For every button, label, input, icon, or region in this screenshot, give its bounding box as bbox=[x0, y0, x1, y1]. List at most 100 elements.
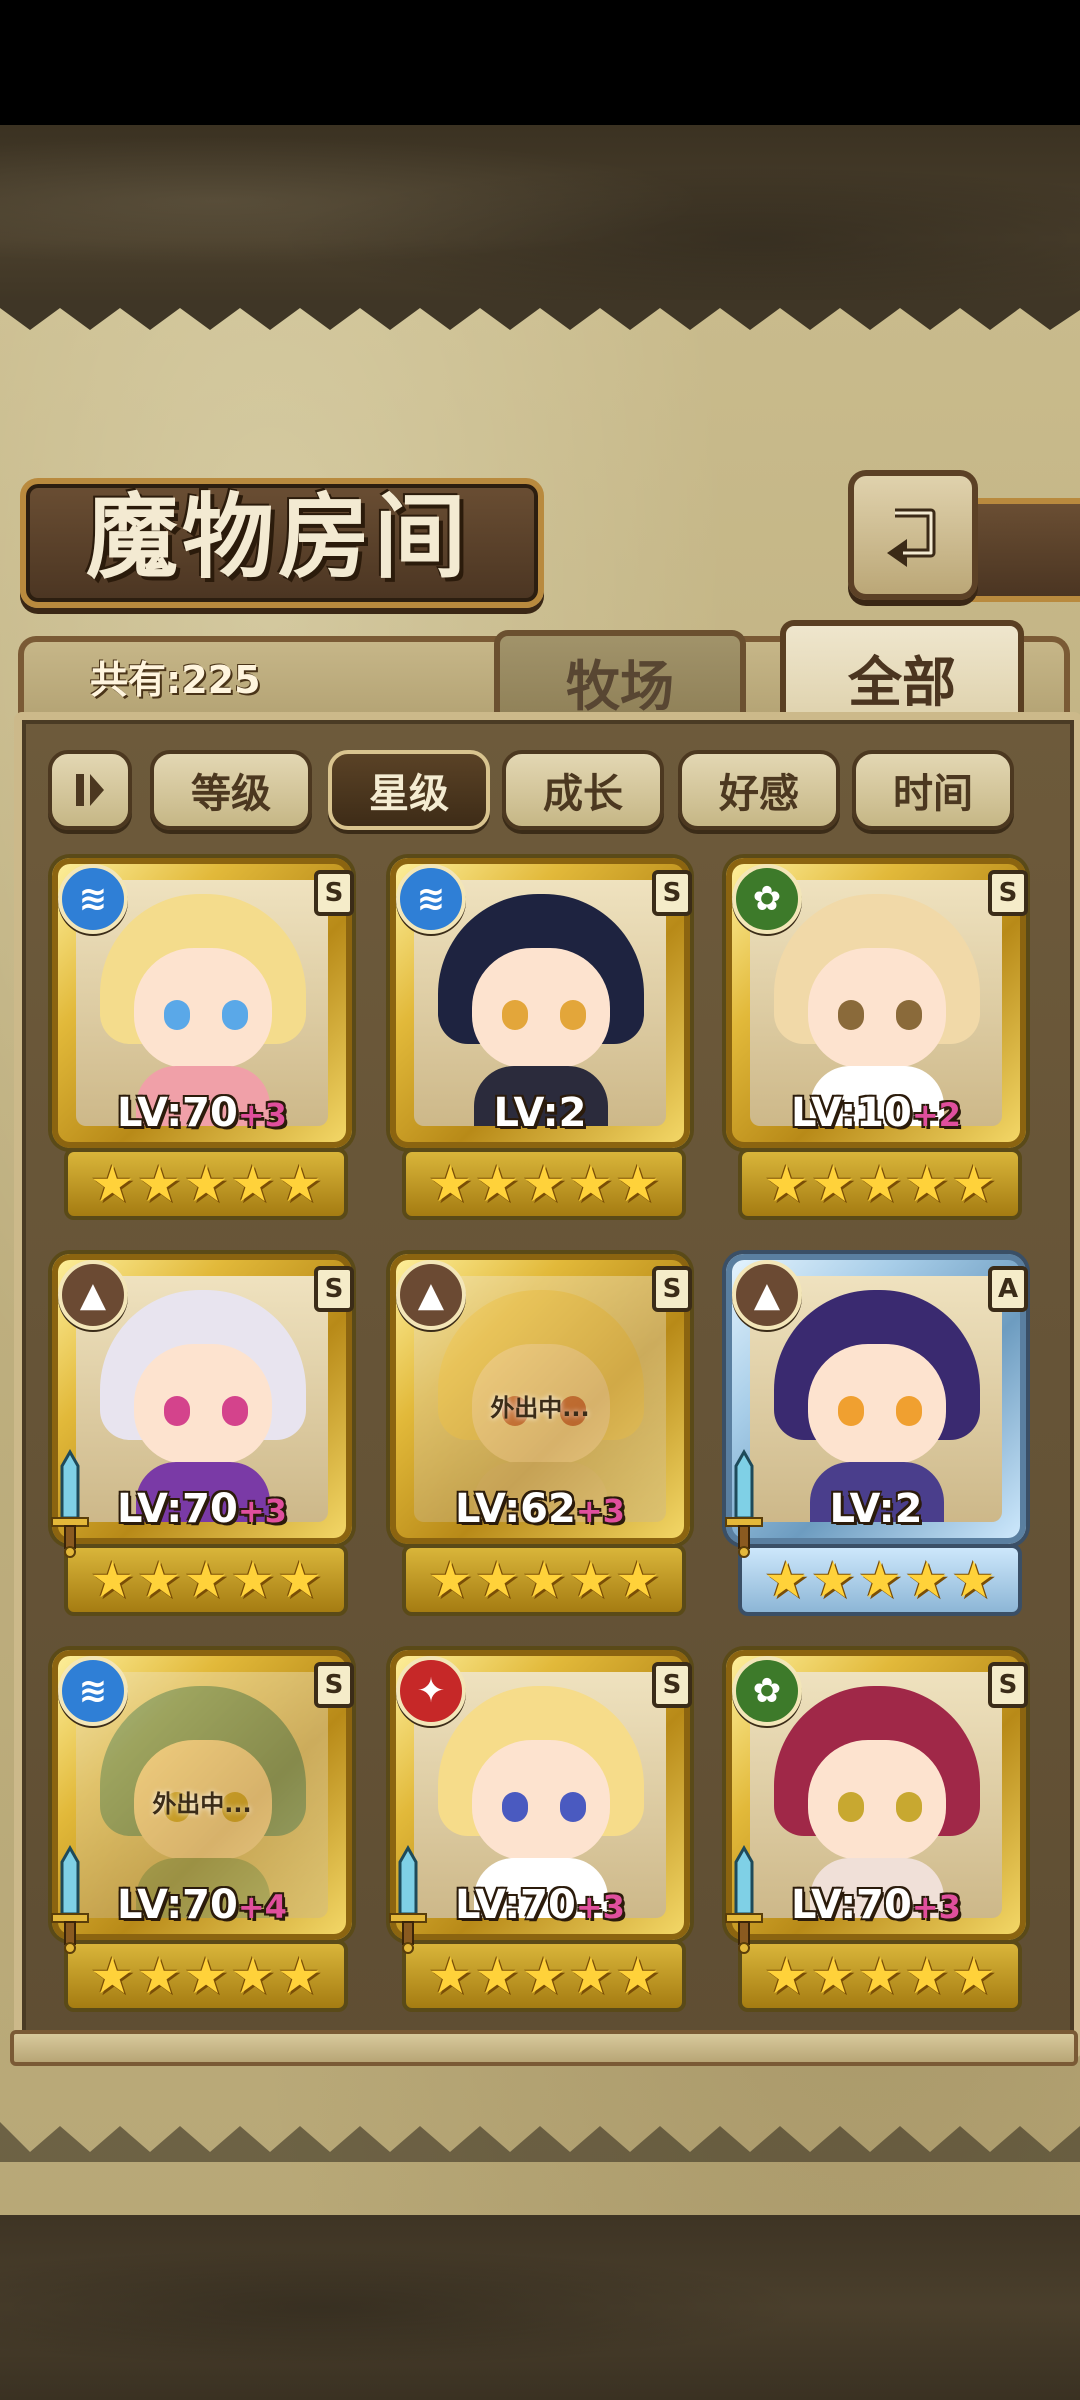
star-rating: ★ ★ ★ ★ ★ bbox=[64, 1148, 348, 1220]
star-icon: ★ bbox=[857, 1551, 903, 1609]
star-icon: ★ bbox=[230, 1947, 276, 2005]
star-rating: ★ ★ ★ ★ ★ bbox=[402, 1544, 686, 1616]
rank-badge: S bbox=[314, 1266, 354, 1312]
star-rating: ★ ★ ★ ★ ★ bbox=[64, 1544, 348, 1616]
element-wood-icon: ✿ bbox=[732, 1656, 802, 1726]
star-icon: ★ bbox=[810, 1947, 856, 2005]
sword-icon bbox=[725, 1844, 763, 1954]
sort-order-button[interactable] bbox=[48, 750, 132, 830]
star-icon: ★ bbox=[230, 1155, 276, 1213]
element-water-icon: ≋ bbox=[396, 864, 466, 934]
star-icon: ★ bbox=[136, 1551, 182, 1609]
filter-label: 好感 bbox=[719, 770, 799, 817]
monster-card[interactable]: ✦ S LV:70+3 ★ ★ ★ ★ ★ bbox=[384, 1644, 696, 2014]
monster-card[interactable]: ▲ A LV:2 ★ ★ ★ ★ ★ bbox=[720, 1248, 1032, 1618]
rank-badge: S bbox=[314, 870, 354, 916]
star-icon: ★ bbox=[277, 1551, 323, 1609]
monster-card[interactable]: ▲ S LV:62+3 ★ ★ ★ ★ ★ 外出中... bbox=[384, 1248, 696, 1618]
monster-card[interactable]: ≋ S LV:70+4 ★ ★ ★ ★ ★ 外出中... bbox=[46, 1644, 358, 2014]
monster-level: LV:10+2 bbox=[791, 1090, 961, 1136]
star-icon: ★ bbox=[427, 1947, 473, 2005]
star-icon: ★ bbox=[904, 1155, 950, 1213]
star-icon: ★ bbox=[183, 1551, 229, 1609]
element-water-icon: ≋ bbox=[58, 1656, 128, 1726]
rank-badge: A bbox=[988, 1266, 1028, 1312]
sword-icon bbox=[389, 1844, 427, 1954]
torn-edge-top bbox=[0, 300, 1080, 330]
monster-level: LV:70+3 bbox=[455, 1882, 625, 1928]
star-icon: ★ bbox=[89, 1551, 135, 1609]
star-rating: ★ ★ ★ ★ ★ bbox=[738, 1544, 1022, 1616]
star-icon: ★ bbox=[615, 1155, 661, 1213]
star-icon: ★ bbox=[763, 1947, 809, 2005]
star-icon: ★ bbox=[904, 1551, 950, 1609]
star-icon: ★ bbox=[521, 1551, 567, 1609]
filter-label: 等级 bbox=[191, 770, 271, 817]
sword-icon bbox=[51, 1448, 89, 1558]
map-background-top bbox=[0, 125, 1080, 315]
star-icon: ★ bbox=[183, 1155, 229, 1213]
star-icon: ★ bbox=[568, 1947, 614, 2005]
star-icon: ★ bbox=[904, 1947, 950, 2005]
map-background-bottom bbox=[0, 2215, 1080, 2400]
filter-button-1[interactable]: 星级 bbox=[328, 750, 490, 830]
star-icon: ★ bbox=[568, 1155, 614, 1213]
panel-bottom-rail bbox=[10, 2030, 1078, 2066]
rank-badge: S bbox=[652, 870, 692, 916]
monster-card[interactable]: ✿ S LV:10+2 ★ ★ ★ ★ ★ bbox=[720, 852, 1032, 1222]
tab-all-label: 全部 bbox=[848, 649, 956, 714]
monster-card[interactable]: ▲ S LV:70+3 ★ ★ ★ ★ ★ bbox=[46, 1248, 358, 1618]
star-icon: ★ bbox=[810, 1155, 856, 1213]
star-icon: ★ bbox=[89, 1155, 135, 1213]
rank-badge: S bbox=[652, 1266, 692, 1312]
star-icon: ★ bbox=[763, 1155, 809, 1213]
filter-button-2[interactable]: 成长 bbox=[502, 750, 664, 830]
star-icon: ★ bbox=[230, 1551, 276, 1609]
star-icon: ★ bbox=[615, 1947, 661, 2005]
star-icon: ★ bbox=[136, 1155, 182, 1213]
filter-label: 成长 bbox=[543, 770, 623, 817]
filter-button-0[interactable]: 等级 bbox=[150, 750, 312, 830]
return-arrow-icon bbox=[887, 508, 936, 567]
monster-level: LV:2 bbox=[829, 1486, 923, 1532]
rank-badge: S bbox=[314, 1662, 354, 1708]
page-title: 魔物房间 bbox=[85, 483, 470, 591]
star-icon: ★ bbox=[183, 1947, 229, 2005]
star-icon: ★ bbox=[89, 1947, 135, 2005]
away-status: 外出中... bbox=[490, 1394, 590, 1422]
star-icon: ★ bbox=[615, 1551, 661, 1609]
torn-edge-bottom bbox=[0, 2122, 1080, 2162]
star-icon: ★ bbox=[136, 1947, 182, 2005]
filter-label: 星级 bbox=[369, 770, 449, 817]
element-earth-icon: ▲ bbox=[396, 1260, 466, 1330]
monster-card[interactable]: ≋ S LV:70+3 ★ ★ ★ ★ ★ bbox=[46, 852, 358, 1222]
star-icon: ★ bbox=[857, 1947, 903, 2005]
monster-card[interactable]: ✿ S LV:70+3 ★ ★ ★ ★ ★ bbox=[720, 1644, 1032, 2014]
monster-level: LV:70+3 bbox=[117, 1090, 287, 1136]
element-water-icon: ≋ bbox=[58, 864, 128, 934]
filter-button-4[interactable]: 时间 bbox=[852, 750, 1014, 830]
star-rating: ★ ★ ★ ★ ★ bbox=[402, 1148, 686, 1220]
star-icon: ★ bbox=[857, 1155, 903, 1213]
filter-button-3[interactable]: 好感 bbox=[678, 750, 840, 830]
filter-label: 时间 bbox=[893, 770, 973, 817]
star-icon: ★ bbox=[427, 1155, 473, 1213]
star-icon: ★ bbox=[474, 1155, 520, 1213]
rank-badge: S bbox=[652, 1662, 692, 1708]
star-icon: ★ bbox=[521, 1947, 567, 2005]
status-bar bbox=[0, 0, 1080, 125]
element-earth-icon: ▲ bbox=[732, 1260, 802, 1330]
star-icon: ★ bbox=[763, 1551, 809, 1609]
away-status: 外出中... bbox=[152, 1790, 252, 1818]
rank-badge: S bbox=[988, 870, 1028, 916]
sort-order-icon bbox=[76, 774, 104, 806]
star-rating: ★ ★ ★ ★ ★ bbox=[64, 1940, 348, 2012]
back-button[interactable] bbox=[848, 470, 978, 600]
star-icon: ★ bbox=[474, 1551, 520, 1609]
monster-level: LV:62+3 bbox=[455, 1486, 625, 1532]
sword-icon bbox=[51, 1844, 89, 1954]
star-rating: ★ ★ ★ ★ ★ bbox=[738, 1148, 1022, 1220]
star-icon: ★ bbox=[474, 1947, 520, 2005]
monster-card[interactable]: ≋ S LV:2 ★ ★ ★ ★ ★ bbox=[384, 852, 696, 1222]
total-count: 共有:225 bbox=[90, 658, 261, 702]
